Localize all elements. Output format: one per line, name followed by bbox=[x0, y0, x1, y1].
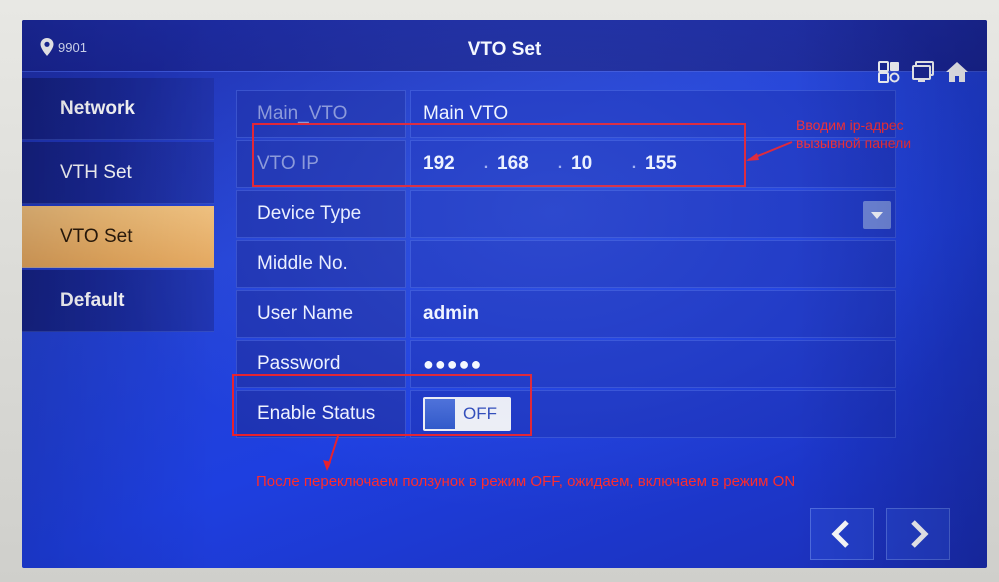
status-annotation: После переключаем ползунок в режим OFF, … bbox=[256, 473, 796, 490]
previous-page-button[interactable] bbox=[810, 508, 874, 560]
chevron-right-icon bbox=[911, 520, 929, 548]
ip-annotation-line1: Вводим ip-адрес bbox=[796, 117, 904, 133]
touch-screen: 9901 VTO Set Network VTH Set VTO Set Def… bbox=[22, 20, 987, 568]
chevron-left-icon bbox=[831, 520, 849, 548]
ip-annotation-line2: вызывной панели bbox=[796, 135, 912, 151]
next-page-button[interactable] bbox=[886, 508, 950, 560]
ip-annotation: Вводим ip-адрес вызывной панели bbox=[796, 116, 911, 152]
